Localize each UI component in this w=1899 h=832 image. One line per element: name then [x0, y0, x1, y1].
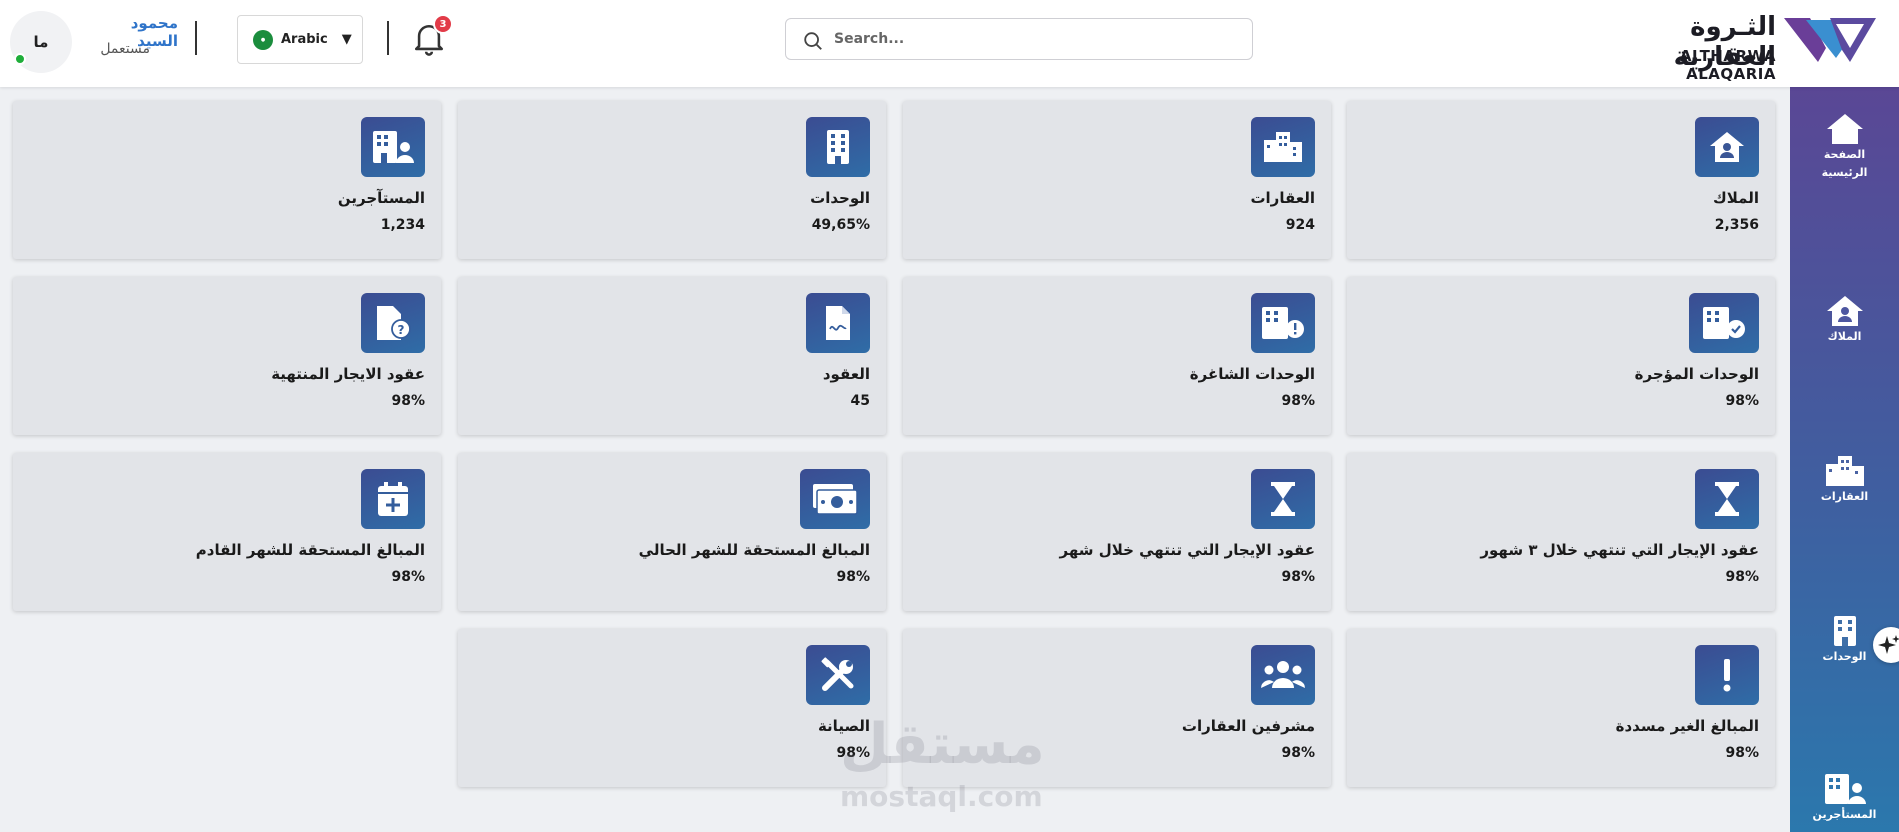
card-value: 49,65% — [811, 217, 870, 233]
stat-card-vacant-units[interactable]: الوحدات الشاغرة 98% — [903, 277, 1331, 435]
sidebar-item-home[interactable]: الصفحة الرئيسية — [1790, 112, 1899, 181]
card-title: عقود الإيجار التي تنتهي خلال ٣ شهور — [1480, 541, 1759, 559]
sidebar-item-label: الملاك — [1827, 330, 1862, 343]
card-title: مشرفين العقارات — [1181, 717, 1315, 735]
card-value: 1,234 — [380, 217, 425, 233]
stat-card-due-current-month[interactable]: المبالغ المستحقة للشهر الحالي 98% — [458, 453, 886, 611]
card-value: 98% — [1281, 393, 1315, 409]
sidebar-item-label: الوحدات — [1822, 650, 1867, 663]
stat-card-supervisors[interactable]: مشرفين العقارات 98% — [903, 629, 1331, 787]
card-title: الوحدات المؤجرة — [1634, 365, 1759, 383]
expired-contract-icon: ? — [361, 293, 425, 353]
stat-card-rented-units[interactable]: الوحدات المؤجرة 98% — [1347, 277, 1775, 435]
stat-card-contracts[interactable]: العقود 45 — [458, 277, 886, 435]
card-title: الملاك — [1713, 189, 1759, 207]
card-title: المستآجرين — [337, 189, 425, 207]
stat-card-properties[interactable]: العقارات 924 — [903, 101, 1331, 259]
stat-card-expired-contracts[interactable]: ? عقود الايجار المنتهية 98% — [13, 277, 441, 435]
rented-units-icon — [1689, 293, 1759, 353]
hourglass-icon — [1695, 469, 1759, 529]
search-box[interactable] — [785, 18, 1253, 60]
stat-card-unpaid-amounts[interactable]: المبالغ الغير مسددة 98% — [1347, 629, 1775, 787]
owner-home-icon — [1695, 117, 1759, 177]
tenant-building-icon — [361, 117, 425, 177]
language-selector[interactable]: ● Arabic ▼ — [237, 15, 363, 64]
buildings-icon — [1825, 456, 1864, 486]
sidebar-item-properties[interactable]: العقارات — [1790, 454, 1899, 506]
top-header: ما محمود السيد مستعمل ● Arabic ▼ 3 الثـر… — [0, 0, 1899, 87]
card-value: 98% — [391, 569, 425, 585]
card-value: 98% — [391, 393, 425, 409]
sidebar-item-tenants[interactable]: المستأجرين — [1790, 772, 1899, 824]
tenants-icon — [1824, 774, 1866, 804]
card-value: 2,356 — [1714, 217, 1759, 233]
city-icon — [1251, 117, 1315, 177]
user-role: مستعمل — [100, 41, 150, 57]
sparkle-icon — [1878, 635, 1899, 654]
sidebar-item-label: الصفحة الرئيسية — [1821, 148, 1868, 179]
card-title: الوحدات الشاغرة — [1189, 365, 1315, 383]
card-value: 98% — [1725, 569, 1759, 585]
sidebar-item-label: العقارات — [1820, 490, 1869, 503]
avatar-initials: ما — [33, 33, 49, 51]
stat-card-ending-3-months[interactable]: عقود الإيجار التي تنتهي خلال ٣ شهور 98% — [1347, 453, 1775, 611]
exclamation-icon — [1695, 645, 1759, 705]
supervisors-icon — [1251, 645, 1315, 705]
card-value: 98% — [836, 569, 870, 585]
divider — [387, 21, 389, 55]
online-status-dot — [14, 53, 26, 65]
stat-card-maintenance[interactable]: الصيانة 98% — [458, 629, 886, 787]
brand-logo-icon — [1784, 18, 1876, 62]
building-icon — [1833, 616, 1856, 646]
stat-card-owners[interactable]: الملاك 2,356 — [1347, 101, 1775, 259]
card-value: 98% — [836, 745, 870, 761]
calendar-add-icon — [361, 469, 425, 529]
card-title: الوحدات — [810, 189, 870, 207]
search-input[interactable] — [834, 27, 1234, 51]
divider — [195, 21, 197, 55]
building-icon — [806, 117, 870, 177]
search-icon — [804, 32, 822, 50]
saudi-flag-icon: ● — [253, 29, 273, 50]
card-title: الصيانة — [817, 717, 870, 735]
contract-icon — [806, 293, 870, 353]
card-title: عقود الايجار المنتهية — [271, 365, 425, 383]
sidebar-item-owners[interactable]: الملاك — [1790, 294, 1899, 346]
owner-home-icon — [1826, 296, 1863, 326]
home-icon — [1826, 114, 1863, 144]
sidebar-item-label: المستأجرين — [1812, 808, 1877, 821]
card-value: 98% — [1281, 745, 1315, 761]
card-title: العقارات — [1250, 189, 1315, 207]
language-label: Arabic — [281, 32, 328, 47]
vacant-units-icon — [1251, 293, 1315, 353]
hourglass-icon — [1251, 469, 1315, 529]
card-title: عقود الإيجار التي تنتهي خلال شهر — [1059, 541, 1315, 559]
brand-name-english: ALTHARWA ALAQARIA — [1679, 47, 1776, 83]
maintenance-icon — [806, 645, 870, 705]
caret-down-icon: ▼ — [341, 32, 352, 47]
card-title: المبالغ الغير مسددة — [1615, 717, 1759, 735]
notification-count-badge: 3 — [433, 14, 453, 34]
stat-card-tenants[interactable]: المستآجرين 1,234 — [13, 101, 441, 259]
card-title: المبالغ المستحقة للشهر الحالي — [638, 541, 870, 559]
card-title: العقود — [822, 365, 870, 383]
stat-card-units[interactable]: الوحدات 49,65% — [458, 101, 886, 259]
stat-card-due-next-month[interactable]: المبالغ المستحقة للشهر القادم 98% — [13, 453, 441, 611]
stat-card-ending-1-month[interactable]: عقود الإيجار التي تنتهي خلال شهر 98% — [903, 453, 1331, 611]
card-value: 98% — [1725, 745, 1759, 761]
money-icon — [800, 469, 870, 529]
svg-text:?: ? — [398, 323, 405, 337]
sidebar: الصفحة الرئيسية الملاك العقارات الوحدات … — [1790, 86, 1899, 832]
card-value: 45 — [850, 393, 870, 409]
card-value: 924 — [1285, 217, 1315, 233]
card-title: المبالغ المستحقة للشهر القادم — [195, 541, 425, 559]
card-value: 98% — [1725, 393, 1759, 409]
card-value: 98% — [1281, 569, 1315, 585]
